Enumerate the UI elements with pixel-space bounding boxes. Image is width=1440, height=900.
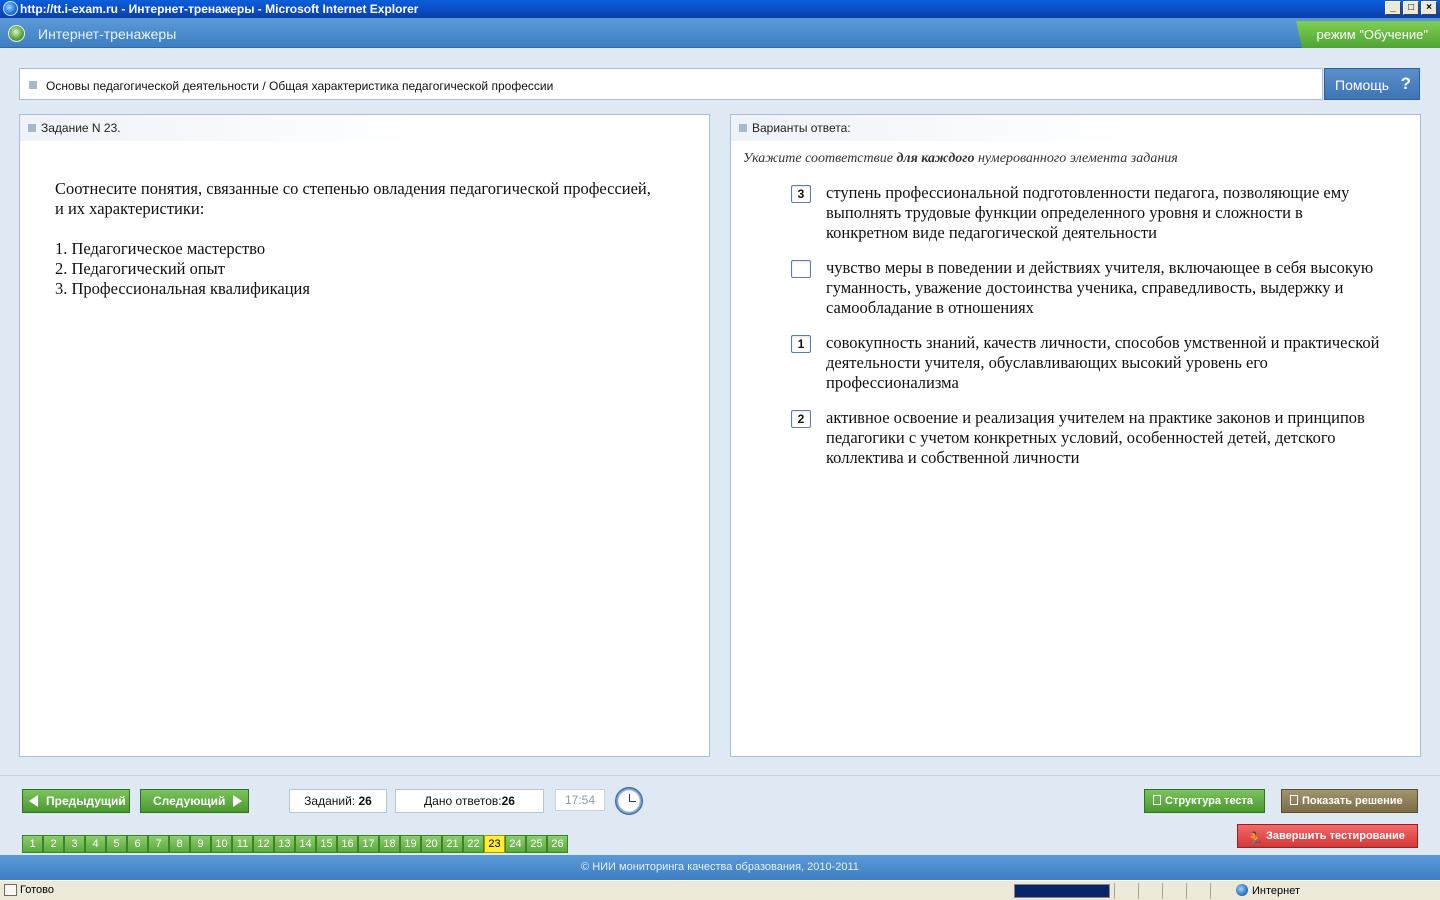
task-panel-header: Задание N 23. <box>20 115 709 141</box>
app-title: Интернет-тренажеры <box>38 26 177 42</box>
page-button-22[interactable]: 22 <box>463 835 484 853</box>
finish-test-button[interactable]: 🏃 Завершить тестирование <box>1237 824 1418 848</box>
bullet-icon <box>28 124 36 132</box>
page-button-18[interactable]: 18 <box>379 835 400 853</box>
task-items: 1. Педагогическое мастерство 2. Педагоги… <box>55 239 310 299</box>
page-button-4[interactable]: 4 <box>85 835 106 853</box>
mode-badge: режим "Обучение" <box>1296 21 1440 48</box>
page-button-12[interactable]: 12 <box>253 835 274 853</box>
answered-counter: Дано ответов:26 <box>395 789 544 813</box>
answer-input[interactable]: 1 <box>791 335 811 353</box>
page-button-21[interactable]: 21 <box>442 835 463 853</box>
globe-logo-icon <box>8 25 25 42</box>
help-button[interactable]: Помощь ? <box>1324 68 1420 100</box>
page-button-20[interactable]: 20 <box>421 835 442 853</box>
clock-icon <box>615 787 643 815</box>
status-bar: Готово Интернет <box>0 880 1440 900</box>
bullet-icon <box>29 81 37 89</box>
page-icon <box>4 884 17 896</box>
breadcrumb-text: Основы педагогической деятельности / Общ… <box>46 79 554 93</box>
book-icon <box>1290 795 1298 805</box>
page-button-17[interactable]: 17 <box>358 835 379 853</box>
maximize-button[interactable]: □ <box>1403 1 1419 15</box>
task-number: Задание N 23. <box>41 121 121 135</box>
bullet-icon <box>739 124 747 132</box>
task-panel: Задание N 23. Соотнесите понятия, связан… <box>19 114 710 757</box>
answer-text: совокупность знаний, качеств личности, с… <box>826 333 1380 392</box>
answer-input[interactable]: 2 <box>791 410 811 428</box>
globe-icon <box>1236 884 1248 896</box>
tasks-counter: Заданий: 26 <box>289 789 387 813</box>
page-button-24[interactable]: 24 <box>505 835 526 853</box>
arrow-right-icon <box>233 795 242 807</box>
page-button-10[interactable]: 10 <box>211 835 232 853</box>
status-text: Готово <box>20 884 54 896</box>
timer: 17:54 <box>555 789 605 811</box>
footer-copyright: © НИИ мониторинга качества образования, … <box>0 855 1440 880</box>
page-button-3[interactable]: 3 <box>64 835 85 853</box>
answer-input[interactable] <box>791 260 811 278</box>
window-controls: _ □ × <box>1385 1 1437 15</box>
next-button[interactable]: Следующий <box>140 789 249 813</box>
page-button-8[interactable]: 8 <box>169 835 190 853</box>
close-button[interactable]: × <box>1421 1 1437 15</box>
running-man-icon: 🏃 <box>1246 831 1264 847</box>
answer-input[interactable]: 3 <box>791 185 811 203</box>
page-button-13[interactable]: 13 <box>274 835 295 853</box>
page-button-9[interactable]: 9 <box>190 835 211 853</box>
help-label: Помощь <box>1335 77 1390 93</box>
answers-panel-header: Варианты ответа: <box>731 115 1420 141</box>
prev-button[interactable]: Предыдущий <box>22 789 130 813</box>
answers-header: Варианты ответа: <box>752 121 851 135</box>
page-button-19[interactable]: 19 <box>400 835 421 853</box>
internet-explorer-icon <box>3 1 18 16</box>
page-button-14[interactable]: 14 <box>295 835 316 853</box>
page-button-23[interactable]: 23 <box>484 835 505 853</box>
answer-text: чувство меры в поведении и действиях учи… <box>826 258 1374 317</box>
breadcrumb: Основы педагогической деятельности / Общ… <box>19 68 1323 100</box>
arrow-left-icon <box>29 795 38 807</box>
window-titlebar: http://tt.i-exam.ru - Интернет-тренажеры… <box>0 0 1440 18</box>
window-title: http://tt.i-exam.ru - Интернет-тренажеры… <box>20 2 419 16</box>
task-question: Соотнесите понятия, связанные со степень… <box>55 179 651 218</box>
answer-text: активное освоение и реализация учителем … <box>826 408 1365 467</box>
page-button-5[interactable]: 5 <box>106 835 127 853</box>
show-solution-button[interactable]: Показать решение <box>1281 789 1418 813</box>
task-item: 2. Педагогический опыт <box>55 259 225 278</box>
list-icon <box>1153 795 1161 805</box>
test-structure-button[interactable]: Структура теста <box>1144 789 1265 813</box>
page-button-6[interactable]: 6 <box>127 835 148 853</box>
app-header: Интернет-тренажеры режим "Обучение" <box>0 18 1440 48</box>
page-button-11[interactable]: 11 <box>232 835 253 853</box>
page-button-25[interactable]: 25 <box>526 835 547 853</box>
page-button-7[interactable]: 7 <box>148 835 169 853</box>
question-mark-icon: ? <box>1400 74 1411 93</box>
progress-bar <box>1014 884 1110 898</box>
answer-text: ступень профессиональной подготовленност… <box>826 183 1350 242</box>
answers-panel: Варианты ответа: Укажите соответствие дл… <box>730 114 1421 757</box>
page-button-26[interactable]: 26 <box>547 835 568 853</box>
page-button-15[interactable]: 15 <box>316 835 337 853</box>
security-zone: Интернет <box>1236 884 1300 897</box>
page-button-16[interactable]: 16 <box>337 835 358 853</box>
page-button-1[interactable]: 1 <box>22 835 43 853</box>
task-item: 1. Педагогическое мастерство <box>55 239 266 258</box>
task-item: 3. Профессиональная квалификация <box>55 279 310 298</box>
minimize-button[interactable]: _ <box>1385 1 1401 15</box>
page-button-2[interactable]: 2 <box>43 835 64 853</box>
answer-instruction: Укажите соответствие для каждого нумеров… <box>743 151 1178 166</box>
page-navigator: 1 2 3 4 5 6 7 8 9 10 11 12 13 14 15 16 17 18 19 20 21 22 23 24 2… <box>22 835 568 853</box>
